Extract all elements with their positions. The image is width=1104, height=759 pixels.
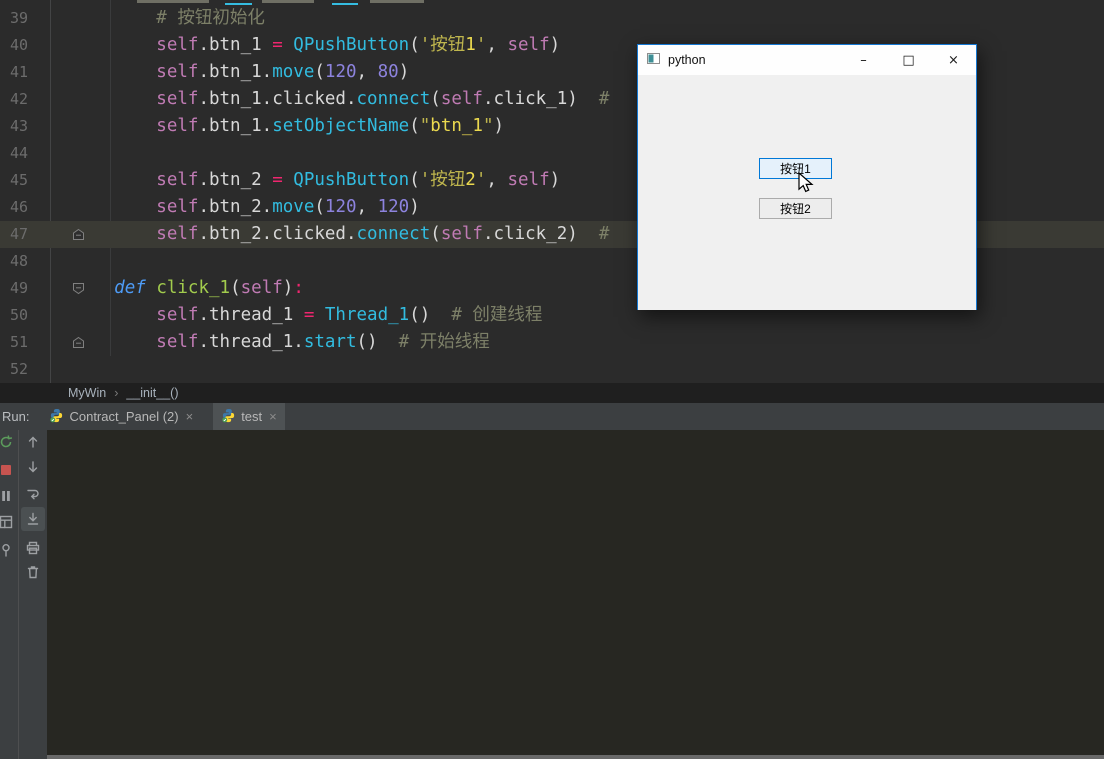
code-text: self.btn_2.clicked.connect(self.click_2)… (156, 224, 610, 244)
up-stack-icon[interactable] (25, 434, 41, 450)
code-text: self.btn_2.move(120, 120) (156, 197, 420, 217)
qt-window-titlebar[interactable]: python – □ × (638, 45, 976, 75)
gutter-cell[interactable] (28, 86, 72, 113)
stop-icon[interactable] (0, 462, 14, 478)
python-icon (49, 408, 64, 426)
breadcrumb-class[interactable]: MyWin (68, 386, 106, 400)
app-window-icon (647, 51, 660, 69)
python-icon (221, 408, 236, 426)
qt-button-1[interactable]: 按钮1 (759, 158, 832, 179)
breadcrumb-separator-icon: › (114, 386, 119, 400)
fold-down-icon[interactable] (72, 282, 85, 300)
clipped-code-fragment (137, 0, 209, 3)
code-text: self.btn_2 = QPushButton('按钮2', self) (156, 170, 561, 190)
code-text: self.thread_1 = Thread_1() # 创建线程 (156, 305, 543, 325)
line-number[interactable]: 49 (0, 275, 28, 302)
line-number[interactable]: 47 (0, 221, 28, 248)
code-text: self.btn_1.setObjectName("btn_1") (156, 116, 505, 136)
line-number[interactable]: 40 (0, 32, 28, 59)
gutter-cell[interactable] (28, 248, 72, 275)
clear-icon[interactable] (25, 564, 41, 580)
line-number[interactable]: 42 (0, 86, 28, 113)
fold-up-icon[interactable] (72, 228, 85, 246)
restore-layout-icon[interactable] (0, 514, 14, 530)
breadcrumb-method[interactable]: __init__() (126, 386, 178, 400)
run-tab-test[interactable]: test × (213, 403, 285, 430)
line-number[interactable]: 43 (0, 113, 28, 140)
line-number[interactable]: 50 (0, 302, 28, 329)
maximize-icon[interactable]: □ (886, 45, 931, 75)
close-icon[interactable]: × (931, 45, 976, 75)
mouse-cursor-icon (798, 171, 815, 201)
run-tabbar: Run: Contract_Panel (2) × test × (0, 403, 1104, 430)
gutter-cell[interactable] (28, 194, 72, 221)
qt-window-controls: – □ × (841, 45, 976, 75)
gutter-cell[interactable] (28, 302, 72, 329)
run-toolbar (0, 430, 47, 759)
minimize-icon[interactable]: – (841, 45, 886, 75)
breadcrumb: MyWin › __init__() (0, 383, 1104, 403)
code-text: def click_1(self): (114, 278, 304, 298)
line-number[interactable]: 41 (0, 59, 28, 86)
gutter-cell[interactable] (28, 113, 72, 140)
code-text: self.btn_1 = QPushButton('按钮1', self) (156, 35, 561, 55)
tab-label: Contract_Panel (2) (69, 409, 179, 424)
line-number[interactable]: 48 (0, 248, 28, 275)
tab-label: test (241, 409, 263, 424)
line-number[interactable]: 52 (0, 356, 28, 383)
rerun-icon[interactable] (0, 434, 14, 450)
gutter-cell[interactable] (28, 32, 72, 59)
fold-up-icon[interactable] (72, 336, 85, 354)
gutter-cell[interactable] (28, 275, 84, 302)
code-text: self.btn_1.move(120, 80) (156, 62, 410, 82)
toolbar-separator (18, 430, 19, 759)
clipped-code-fragment (370, 0, 424, 3)
gutter-cell[interactable] (28, 329, 84, 356)
code-text: self.thread_1.start() # 开始线程 (156, 332, 490, 352)
gutter-cell[interactable] (28, 59, 72, 86)
run-tabs: Contract_Panel (2) × test × (41, 403, 296, 430)
line-number[interactable]: 39 (0, 5, 28, 32)
code-line[interactable]: 51 self.thread_1.start() # 开始线程 (0, 329, 1104, 356)
run-tab-contract-panel-2-[interactable]: Contract_Panel (2) × (41, 403, 201, 430)
gutter-cell[interactable] (28, 221, 84, 248)
gutter-cell[interactable] (28, 167, 72, 194)
run-label: Run: (2, 409, 30, 424)
gutter-cell[interactable] (28, 140, 72, 167)
pause-output-icon[interactable] (0, 488, 14, 504)
print-icon[interactable] (25, 540, 41, 556)
soft-wrap-icon[interactable] (25, 486, 41, 502)
code-line[interactable]: 39 # 按钮初始化 (0, 5, 1104, 32)
ide-root: 39 # 按钮初始化 40 self.btn_1 = QPushButton('按… (0, 0, 1104, 759)
tab-close-icon[interactable]: × (186, 409, 194, 424)
line-number[interactable]: 44 (0, 140, 28, 167)
line-number[interactable]: 46 (0, 194, 28, 221)
code-line[interactable]: 52 (0, 356, 1104, 383)
clipped-code-fragment (262, 0, 314, 3)
line-number[interactable]: 51 (0, 329, 28, 356)
line-number[interactable]: 45 (0, 167, 28, 194)
qt-window-title: python (668, 53, 706, 67)
pin-icon[interactable] (0, 542, 14, 558)
down-stack-icon[interactable] (25, 459, 41, 475)
gutter-cell[interactable] (28, 5, 72, 32)
tab-close-icon[interactable]: × (269, 409, 277, 424)
code-text: # 按钮初始化 (156, 8, 265, 28)
scroll-to-end-icon[interactable] (25, 511, 41, 527)
run-console[interactable]: D:\Project\venv\Scripts\python.exe D:/Pr… (0, 430, 1104, 759)
code-text: self.btn_1.clicked.connect(self.click_1)… (156, 89, 610, 109)
horizontal-scrollbar[interactable] (47, 755, 1104, 759)
qt-button-2[interactable]: 按钮2 (759, 198, 832, 219)
gutter-cell[interactable] (28, 356, 72, 383)
